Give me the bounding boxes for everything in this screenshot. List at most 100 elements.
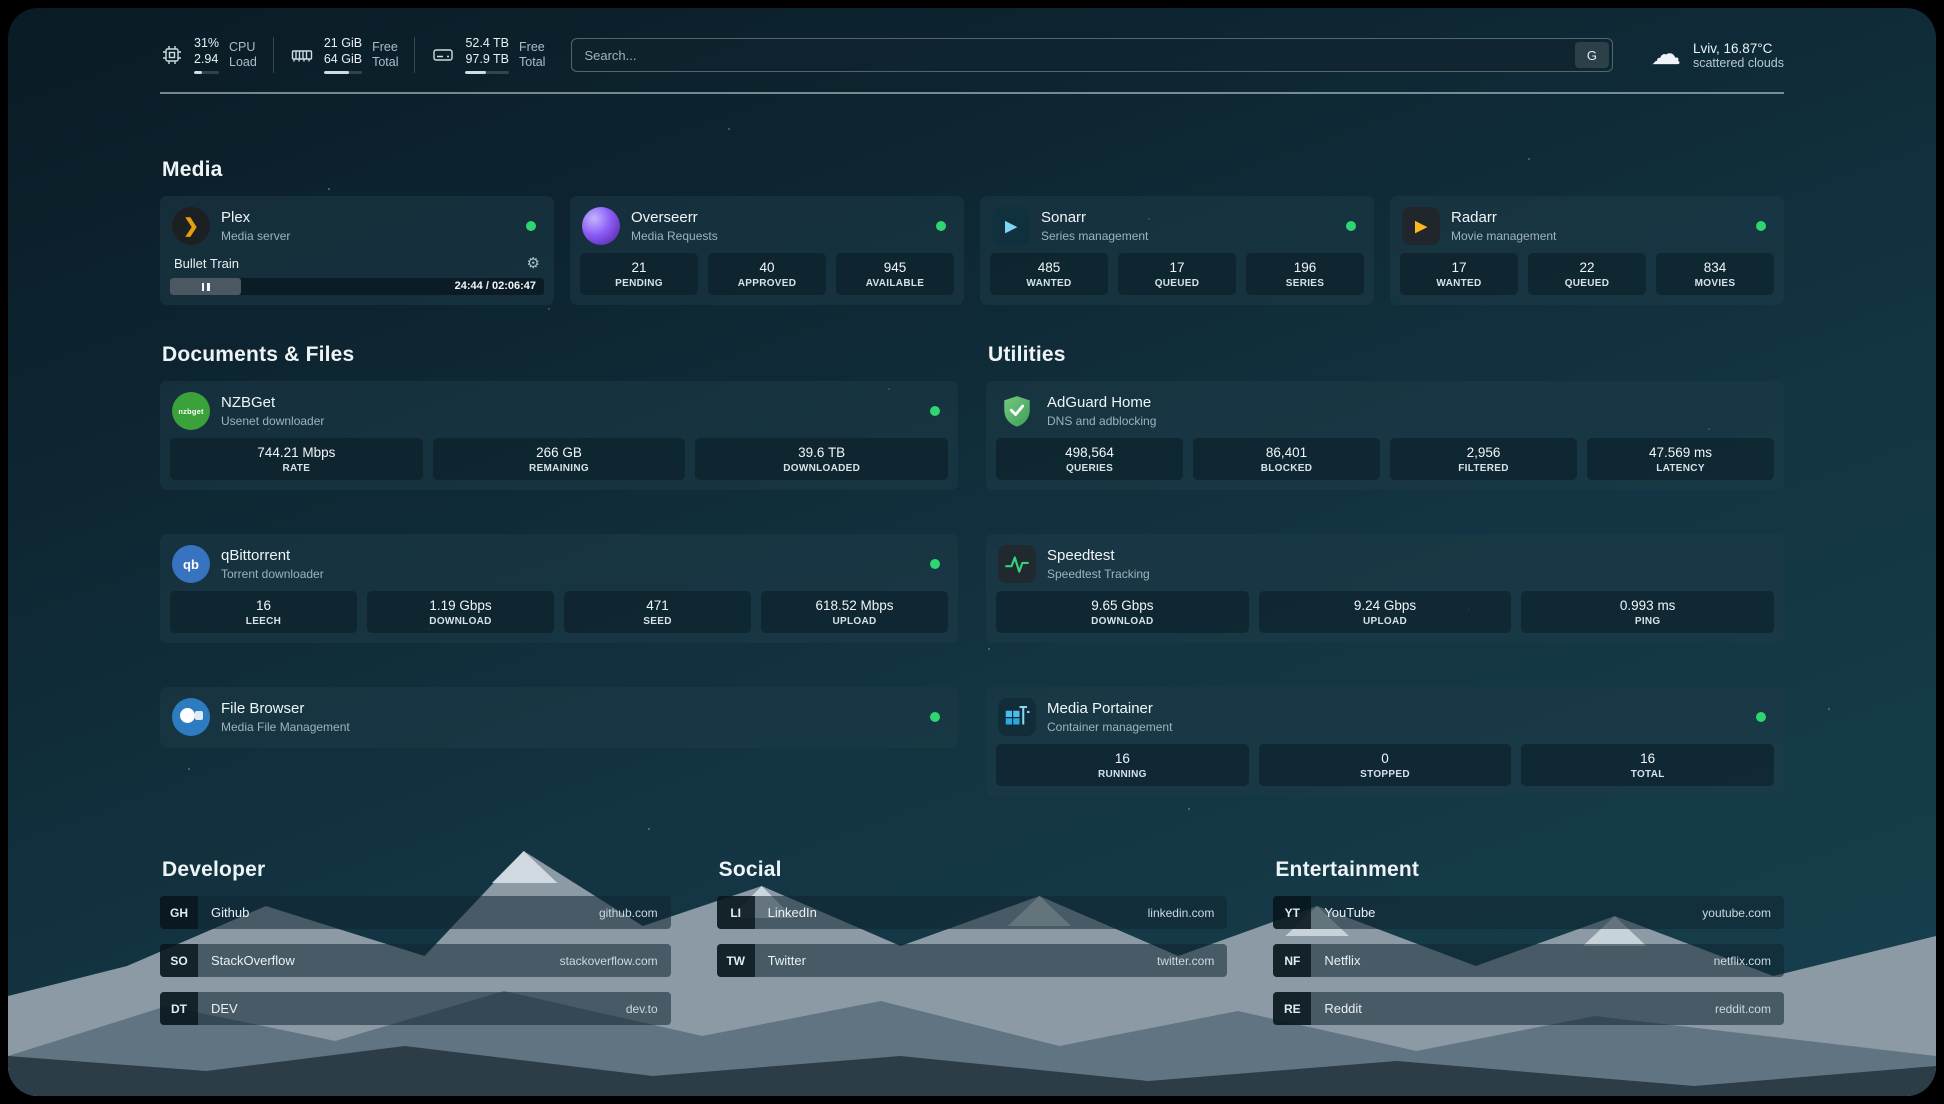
dashboard-window: 31% 2.94 CPU Load 21 GiB 64 GiB [8,8,1936,1096]
stat-stopped: 0 STOPPED [1259,744,1512,786]
stat-label: QUERIES [1000,463,1179,474]
service-card-qbittorrent[interactable]: qb qBittorrent Torrent downloader 16 LEE… [160,534,958,643]
stat-value: 2,956 [1394,445,1573,460]
stat-seed: 471 SEED [564,591,751,633]
stat-download: 9.65 Gbps DOWNLOAD [996,591,1249,633]
stat-wanted: 17 WANTED [1400,253,1518,295]
service-card-portainer[interactable]: Media Portainer Container management 16 … [986,687,1784,796]
bookmark-url: dev.to [626,1002,671,1016]
bookmark-linkedin[interactable]: LI LinkedIn linkedin.com [717,896,1228,929]
playback-progress-fill [170,278,241,295]
search-bar[interactable]: G [571,38,1613,72]
search-input[interactable] [584,48,1575,63]
bookmark-name: Netflix [1311,953,1360,968]
bookmark-reddit[interactable]: RE Reddit reddit.com [1273,992,1784,1025]
now-playing-title: Bullet Train [174,256,239,271]
service-card-adguard[interactable]: AdGuard Home DNS and adblocking 498,564 … [986,381,1784,490]
stat-label: MOVIES [1660,278,1770,289]
settings-gear-icon[interactable]: ⚙ [527,256,540,271]
service-card-speedtest[interactable]: Speedtest Speedtest Tracking 9.65 Gbps D… [986,534,1784,643]
weather-text: Lviv, 16.87°C scattered clouds [1693,41,1784,70]
section-title-utilities: Utilities [988,343,1784,367]
stat-label: DOWNLOADED [699,463,944,474]
service-card-radarr[interactable]: ▶ Radarr Movie management 17 WANTED [1390,196,1784,305]
stat-available: 945 AVAILABLE [836,253,954,295]
service-card-overseerr[interactable]: Overseerr Media Requests 21 PENDING 40 A… [570,196,964,305]
stat-value: 86,401 [1197,445,1376,460]
weather-location: Lviv, 16.87°C [1693,41,1784,56]
stat-label: FILTERED [1394,463,1573,474]
stat-value: 498,564 [1000,445,1179,460]
stat-label: LEECH [174,616,353,627]
sonarr-titles: Sonarr Series management [1041,209,1148,243]
cpu-label-bottom: Load [229,55,257,71]
memory-labels: Free Total [372,40,398,71]
service-name: AdGuard Home [1047,394,1156,412]
qbittorrent-titles: qBittorrent Torrent downloader [221,547,324,581]
bookmark-url: reddit.com [1715,1002,1784,1016]
top-bar: 31% 2.94 CPU Load 21 GiB 64 GiB [160,36,1784,74]
stat-value: 40 [712,260,822,275]
stat-value: 17 [1122,260,1232,275]
stat-value: 945 [840,260,950,275]
bookmark-name: YouTube [1311,905,1375,920]
stat-label: AVAILABLE [840,278,950,289]
service-card-filebrowser[interactable]: File Browser Media File Management [160,687,958,748]
stat-ping: 0.993 ms PING [1521,591,1774,633]
portainer-titles: Media Portainer Container management [1047,700,1172,734]
stat-value: 16 [174,598,353,613]
plex-icon: ❯ [172,207,210,245]
cpu-usage-bar [194,71,219,74]
bookmark-title-social: Social [719,858,1228,882]
stat-value: 196 [1250,260,1360,275]
service-card-plex[interactable]: ❯ Plex Media server Bullet Train ⚙ 24:44 [160,196,554,305]
stat-queued: 17 QUEUED [1118,253,1236,295]
overseerr-stats: 21 PENDING 40 APPROVED 945 AVAILABLE [580,253,954,295]
stat-label: UPLOAD [1263,616,1508,627]
divider [273,37,274,73]
bookmark-abbr: RE [1273,992,1311,1025]
radarr-header: ▶ Radarr Movie management [1400,205,1774,253]
stat-label: RUNNING [1000,769,1245,780]
stat-upload: 618.52 Mbps UPLOAD [761,591,948,633]
service-description: Speedtest Tracking [1047,567,1150,581]
header-divider [160,92,1784,94]
disk-label-top: Free [519,40,545,56]
bookmark-dev[interactable]: DT DEV dev.to [160,992,671,1025]
bookmark-name: LinkedIn [755,905,817,920]
sonarr-icon: ▶ [992,207,1030,245]
search-engine-button[interactable]: G [1575,42,1609,68]
bookmark-url: youtube.com [1702,906,1784,920]
service-name: Sonarr [1041,209,1148,227]
bookmark-stackoverflow[interactable]: SO StackOverflow stackoverflow.com [160,944,671,977]
filebrowser-titles: File Browser Media File Management [221,700,350,734]
bookmark-github[interactable]: GH Github github.com [160,896,671,929]
service-card-sonarr[interactable]: ▶ Sonarr Series management 485 WANTED [980,196,1374,305]
cloud-icon: ☁ [1651,40,1681,70]
stat-label: WANTED [994,278,1104,289]
stat-downloaded: 39.6 TB DOWNLOADED [695,438,948,480]
portainer-stats: 16 RUNNING 0 STOPPED 16 TOTAL [996,744,1774,786]
adguard-titles: AdGuard Home DNS and adblocking [1047,394,1156,428]
stat-rate: 744.21 Mbps RATE [170,438,423,480]
bookmark-youtube[interactable]: YT YouTube youtube.com [1273,896,1784,929]
status-indicator [930,559,940,569]
playback-progress-bar[interactable]: 24:44 / 02:06:47 [170,278,544,295]
bookmark-url: stackoverflow.com [560,954,671,968]
disk-total: 97.9 TB [465,52,509,68]
bookmark-twitter[interactable]: TW Twitter twitter.com [717,944,1228,977]
disk-label-bottom: Total [519,55,545,71]
stat-label: REMAINING [437,463,682,474]
speedtest-header: Speedtest Speedtest Tracking [996,543,1774,591]
bookmark-name: StackOverflow [198,953,295,968]
speedtest-stats: 9.65 Gbps DOWNLOAD 9.24 Gbps UPLOAD 0.99… [996,591,1774,633]
bookmark-netflix[interactable]: NF Netflix netflix.com [1273,944,1784,977]
service-card-nzbget[interactable]: nzbget NZBGet Usenet downloader 744.21 M… [160,381,958,490]
stat-label: WANTED [1404,278,1514,289]
filebrowser-icon [172,698,210,736]
cpu-widget: 31% 2.94 CPU Load [160,36,257,74]
stat-label: SEED [568,616,747,627]
stat-approved: 40 APPROVED [708,253,826,295]
stat-value: 266 GB [437,445,682,460]
status-indicator [1346,221,1356,231]
